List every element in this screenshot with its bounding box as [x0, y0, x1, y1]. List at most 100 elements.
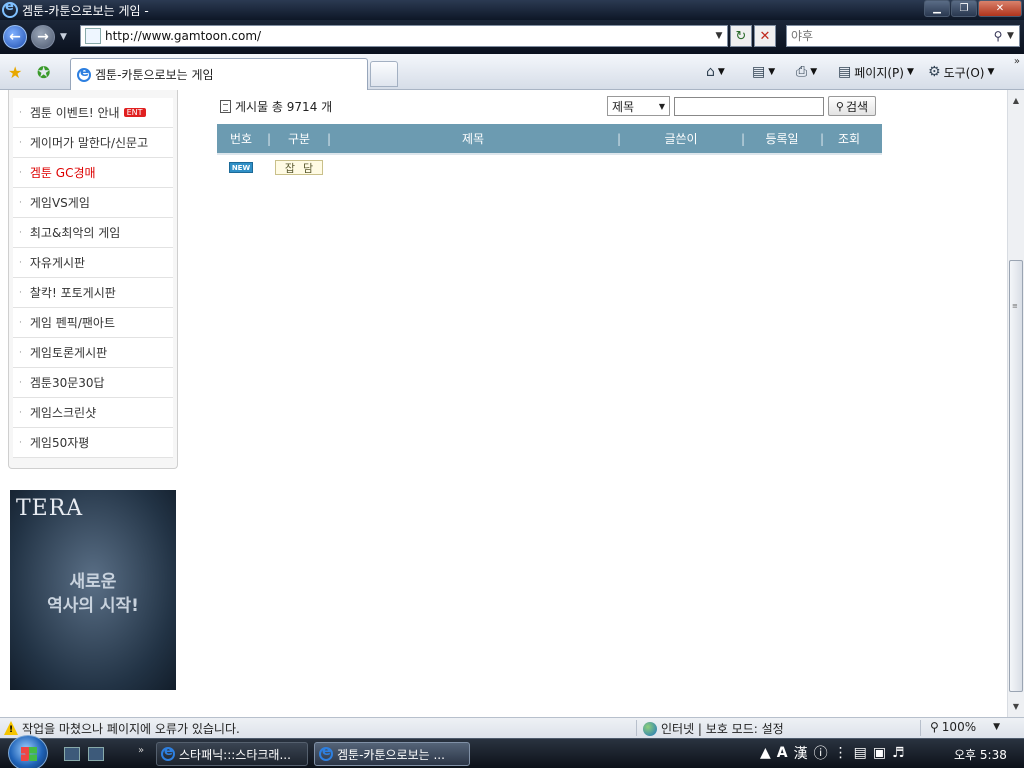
page-menu-label: 페이지(P)	[854, 65, 904, 80]
sidebar-item-label: 찰칵! 포토게시판	[29, 286, 116, 300]
switch-windows-icon[interactable]	[88, 747, 104, 761]
network-icon[interactable]: ▤	[854, 745, 867, 761]
close-button[interactable]: ✕	[978, 0, 1022, 17]
printer-icon: ⎙	[796, 64, 808, 80]
sidebar-item-label: 게임스크린샷	[29, 406, 97, 420]
sidebar-item-photo-board[interactable]: · 찰칵! 포토게시판	[13, 278, 173, 308]
start-button[interactable]	[8, 735, 48, 768]
sidebar-item-label: 최고&최악의 게임	[29, 226, 121, 240]
hanja-icon[interactable]: 漢	[794, 743, 808, 763]
favorites-star-icon[interactable]: ★	[8, 63, 22, 82]
status-bar: ! 작업을 마쳤으나 페이지에 오류가 있습니다. 인터넷 | 보호 모드: 설…	[0, 717, 1024, 738]
address-url[interactable]: http://www.gamtoon.com/	[105, 29, 711, 43]
window-title: 겜툰-카툰으로보는 게임 -	[22, 3, 149, 18]
sidebar-item-gc-auction[interactable]: · 겜툰 GC경매	[13, 158, 173, 188]
search-provider-dropdown-icon[interactable]: ▼	[1007, 31, 1019, 41]
warning-icon[interactable]: !	[4, 721, 18, 735]
page-icon	[85, 28, 101, 44]
page-icon: ▤	[838, 64, 852, 80]
gear-icon: ⚙	[928, 64, 941, 80]
table-row[interactable]: NEW 잡담	[217, 160, 882, 178]
task-label: 스타패닉:::스타크래...	[179, 747, 291, 762]
volume-icon[interactable]: ♬	[892, 745, 905, 761]
col-category: 구분	[287, 132, 311, 146]
vertical-scrollbar[interactable]: ▲ ≡ ▼	[1007, 90, 1024, 717]
search-field-value: 제목	[612, 99, 635, 114]
sidebar-item-label: 겜툰30문30답	[29, 376, 105, 390]
security-zone[interactable]: 인터넷 | 보호 모드: 설정	[643, 720, 784, 737]
rss-icon: ▤	[752, 64, 766, 80]
back-button[interactable]: ←	[3, 25, 27, 49]
refresh-button[interactable]: ↻	[730, 25, 752, 47]
sidebar-item-event[interactable]: · 겜툰 이벤트! 안내 ENT	[13, 98, 173, 128]
ent-badge: ENT	[123, 108, 146, 117]
forward-button[interactable]: →	[31, 25, 55, 49]
monitor-icon[interactable]: ▣	[873, 745, 886, 761]
sidebar-item-discussion[interactable]: · 게임토론게시판	[13, 338, 173, 368]
sidebar-item-label: 게임토론게시판	[29, 346, 108, 360]
page-menu[interactable]: ▤ 페이지(P) ▼	[838, 62, 914, 82]
stop-button[interactable]: ✕	[754, 25, 776, 47]
status-message[interactable]: 작업을 마쳤으나 페이지에 오류가 있습니다.	[22, 720, 240, 737]
sidebar-item-game-vs-game[interactable]: · 게임VS게임	[13, 188, 173, 218]
home-button[interactable]: ⌂ ▼	[706, 62, 725, 82]
ie-tab-icon	[77, 65, 91, 82]
help-icon[interactable]: ⓘ	[814, 743, 828, 763]
page-content: · 겜툰 이벤트! 안내 ENT · 게이머가 말한다/신문고 · 겜툰 GC경…	[0, 90, 1007, 717]
scroll-down-icon[interactable]: ▼	[1008, 698, 1024, 714]
col-number: 번호	[229, 132, 253, 146]
task-starpanic[interactable]: 스타패닉:::스타크래...	[156, 742, 308, 766]
tab-current[interactable]: 겜툰-카툰으로보는 게임	[70, 58, 368, 90]
minimize-button[interactable]: ▁	[924, 0, 950, 17]
ie-icon	[2, 0, 18, 18]
tab-label: 겜툰-카툰으로보는 게임	[95, 68, 214, 82]
board-table-header: 번호 | 구분 | 제목 | 글쓴이 | 등록일 | 조회	[217, 124, 882, 153]
feeds-button[interactable]: ▤ ▼	[752, 62, 775, 82]
clock[interactable]: 오후 5:38	[954, 746, 1007, 763]
tools-menu[interactable]: ⚙ 도구(O) ▼	[928, 62, 994, 82]
sidebar-item-screenshots[interactable]: · 게임스크린샷	[13, 398, 173, 428]
web-search-input[interactable]	[787, 27, 989, 45]
ime-mode-icon[interactable]: A	[777, 745, 788, 761]
restore-button[interactable]: ❐	[951, 0, 977, 17]
sidebar-menu: · 겜툰 이벤트! 안내 ENT · 게이머가 말한다/신문고 · 겜툰 GC경…	[8, 90, 178, 469]
chevron-overflow-icon[interactable]: »	[1014, 56, 1020, 67]
address-field[interactable]: http://www.gamtoon.com/ ▼	[80, 25, 728, 47]
address-dropdown-icon[interactable]: ▼	[711, 31, 727, 41]
scroll-thumb[interactable]	[1009, 260, 1023, 692]
chevron-down-icon: ▼	[993, 722, 1001, 732]
sidebar-item-best-worst[interactable]: · 최고&최악의 게임	[13, 218, 173, 248]
search-field-select[interactable]: 제목 ▼	[607, 96, 670, 116]
tera-ad-banner[interactable]: TERA 새로운 역사의 시작!	[10, 490, 176, 690]
add-favorite-icon[interactable]: ✪	[37, 63, 50, 82]
history-dropdown-icon[interactable]: ▼	[60, 32, 67, 42]
col-author: 글쓴이	[664, 132, 698, 146]
tray-menu-icon[interactable]: ⋮	[834, 745, 848, 761]
scroll-up-icon[interactable]: ▲	[1008, 92, 1024, 108]
print-button[interactable]: ⎙ ▼	[796, 62, 817, 82]
sidebar-item-label: 겜툰 GC경매	[29, 166, 96, 180]
grip-icon: ≡	[1012, 302, 1018, 310]
new-tab-button[interactable]	[370, 61, 398, 87]
show-desktop-icon[interactable]	[64, 747, 80, 761]
ie-icon	[319, 744, 333, 761]
sidebar-item-free-board[interactable]: · 자유게시판	[13, 248, 173, 278]
sidebar-item-fanfic-fanart[interactable]: · 게임 펜픽/팬아트	[13, 308, 173, 338]
zoom-control[interactable]: ⚲ 100% ▼	[930, 720, 1000, 734]
chevron-overflow-icon[interactable]: »	[138, 745, 144, 756]
board-search-input[interactable]	[674, 97, 824, 116]
sidebar-item-50-review[interactable]: · 게임50자평	[13, 428, 173, 458]
tools-menu-label: 도구(O)	[943, 65, 985, 80]
web-search-box[interactable]: ⚲ ▼	[786, 25, 1020, 47]
sidebar-item-30-qa[interactable]: · 겜툰30문30답	[13, 368, 173, 398]
globe-icon	[643, 721, 657, 736]
search-icon[interactable]: ⚲	[989, 29, 1007, 43]
task-gamtoon[interactable]: 겜툰-카툰으로보는 ...	[314, 742, 470, 766]
post-count-text: 게시물 총 9714 개	[235, 100, 333, 114]
home-icon: ⌂	[706, 64, 715, 80]
sidebar-item-gamer-says[interactable]: · 게이머가 말한다/신문고	[13, 128, 173, 158]
ie-icon	[161, 744, 175, 761]
board-search-button[interactable]: ⚲ 검색	[828, 96, 876, 116]
sidebar-item-label: 겜툰 이벤트! 안내	[29, 106, 120, 120]
shield-icon[interactable]: ▲	[760, 745, 771, 761]
